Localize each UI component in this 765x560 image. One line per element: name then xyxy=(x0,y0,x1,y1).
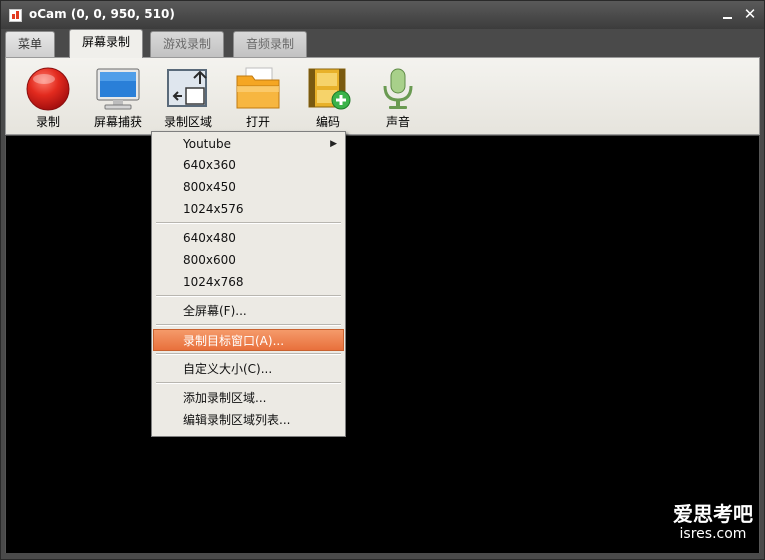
ocam-window: oCam (0, 0, 950, 510) ✕ 菜单 屏幕录制 游戏录制 音频录… xyxy=(0,0,765,560)
monitor-icon xyxy=(94,66,142,112)
record-label: 录制 xyxy=(35,115,60,129)
minimize-icon xyxy=(723,17,732,19)
tab-menu[interactable]: 菜单 xyxy=(5,31,56,57)
sound-label: 声音 xyxy=(385,115,410,129)
encoding-button[interactable]: 编码 xyxy=(297,66,359,130)
watermark-title: 爱思考吧 xyxy=(673,502,753,526)
watermark: 爱思考吧 isres.com xyxy=(668,502,758,542)
close-button[interactable]: ✕ xyxy=(741,5,759,23)
menu-separator xyxy=(156,382,341,384)
submenu-arrow-icon: ▶ xyxy=(330,139,337,149)
menu-item-800x600[interactable]: 800x600 xyxy=(154,249,343,271)
menu-separator xyxy=(156,324,341,326)
menu-item-640x360[interactable]: 640x360 xyxy=(154,154,343,176)
open-label: 打开 xyxy=(245,115,270,129)
screen-capture-button[interactable]: 屏幕捕获 xyxy=(87,66,149,130)
menu-item-640x480[interactable]: 640x480 xyxy=(154,227,343,249)
menu-item-youtube[interactable]: Youtube ▶ xyxy=(154,133,343,155)
title-bar[interactable]: oCam (0, 0, 950, 510) ✕ xyxy=(1,1,764,29)
toolbar: 录制 屏幕捕获 录制区域 打开 编码 声音 xyxy=(5,57,760,135)
open-button[interactable]: 打开 xyxy=(227,66,289,130)
minimize-button[interactable] xyxy=(719,5,737,23)
folder-icon xyxy=(234,66,282,112)
record-icon xyxy=(24,66,72,112)
sound-button[interactable]: 声音 xyxy=(367,66,429,130)
encoding-label: 编码 xyxy=(315,115,340,129)
tab-bar: 菜单 屏幕录制 游戏录制 音频录制 xyxy=(5,29,760,58)
recording-region-button[interactable]: 录制区域 xyxy=(157,66,219,130)
tab-screen-recording[interactable]: 屏幕录制 xyxy=(69,29,144,58)
menu-separator xyxy=(156,353,341,355)
menu-item-record-target-window[interactable]: 录制目标窗口(A)... xyxy=(153,329,344,351)
menu-item-label: Youtube xyxy=(183,137,231,151)
menu-item-1024x768[interactable]: 1024x768 xyxy=(154,271,343,293)
tab-game-recording[interactable]: 游戏录制 xyxy=(150,31,225,57)
microphone-icon xyxy=(374,66,422,112)
menu-separator xyxy=(156,295,341,297)
recording-region-label: 录制区域 xyxy=(163,115,212,129)
record-button[interactable]: 录制 xyxy=(17,66,79,130)
menu-item-add-recording-region[interactable]: 添加录制区域... xyxy=(154,387,343,409)
ocam-app-icon xyxy=(9,9,22,22)
menu-separator xyxy=(156,222,341,224)
screen-capture-label: 屏幕捕获 xyxy=(93,115,142,129)
film-add-icon xyxy=(304,66,352,112)
menu-item-full-screen[interactable]: 全屏幕(F)... xyxy=(154,300,343,322)
menu-item-1024x576[interactable]: 1024x576 xyxy=(154,198,343,220)
window-title: oCam (0, 0, 950, 510) xyxy=(29,7,175,21)
recording-region-menu: Youtube ▶ 640x360 800x450 1024x576 640x4… xyxy=(151,131,346,437)
tab-audio-recording[interactable]: 音频录制 xyxy=(233,31,308,57)
watermark-url: isres.com xyxy=(679,526,747,542)
region-icon xyxy=(164,66,212,112)
menu-item-custom-size[interactable]: 自定义大小(C)... xyxy=(154,358,343,380)
menu-item-800x450[interactable]: 800x450 xyxy=(154,176,343,198)
menu-item-edit-region-list[interactable]: 编辑录制区域列表... xyxy=(154,409,343,431)
recording-preview-area xyxy=(5,136,760,553)
